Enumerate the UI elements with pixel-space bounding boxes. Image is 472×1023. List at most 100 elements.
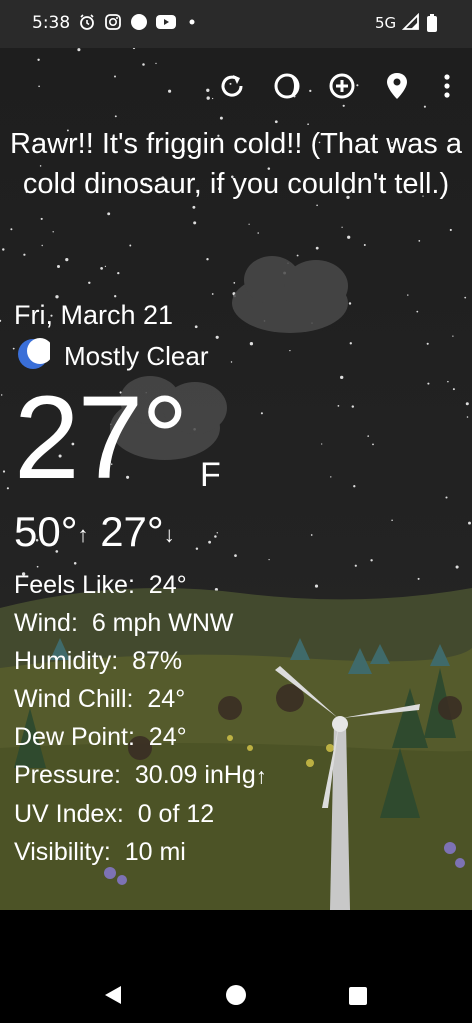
weather-details: Feels Like: 24° Wind: 6 mph WNW Humidity… <box>14 566 267 871</box>
star <box>351 405 355 408</box>
star <box>214 535 217 538</box>
star <box>370 559 373 562</box>
up-arrow-icon: ↑ <box>77 521 89 547</box>
star <box>348 302 352 305</box>
high-low: 50°↑ 27°↓ <box>14 506 175 561</box>
star <box>192 205 196 209</box>
instagram-icon <box>104 13 122 37</box>
recents-icon[interactable] <box>348 986 368 1011</box>
star <box>330 476 332 478</box>
star <box>316 204 318 207</box>
star <box>107 212 111 216</box>
star <box>274 120 278 124</box>
star <box>114 295 117 298</box>
star <box>55 295 59 299</box>
star <box>40 217 43 220</box>
star <box>215 335 219 339</box>
star <box>341 226 343 228</box>
star <box>353 485 356 488</box>
youtube-icon <box>155 13 177 37</box>
star <box>206 258 209 261</box>
home-icon[interactable] <box>225 984 247 1011</box>
condition-text: Mostly Clear <box>64 340 209 371</box>
detail-uv-index: UV Index: 0 of 12 <box>14 800 215 829</box>
back-icon[interactable] <box>102 984 124 1011</box>
star <box>88 281 91 285</box>
small-dot-icon <box>188 13 196 37</box>
star <box>73 562 77 565</box>
star <box>452 388 455 391</box>
star <box>0 319 2 322</box>
star <box>464 296 467 299</box>
star <box>104 265 107 268</box>
top-toolbar <box>0 66 472 106</box>
star <box>260 412 263 415</box>
star <box>194 325 198 329</box>
low-temp: 27° <box>100 508 164 555</box>
location-pin-icon[interactable] <box>377 66 417 106</box>
star <box>372 443 374 446</box>
battery-icon <box>426 13 438 39</box>
star <box>0 394 3 396</box>
star <box>447 380 449 383</box>
star <box>416 310 419 313</box>
star <box>347 235 351 239</box>
star <box>315 246 319 250</box>
forecast-date: Fri, March 21 <box>14 300 174 330</box>
moon-phase-icon[interactable] <box>267 66 307 106</box>
star <box>234 554 237 557</box>
star <box>363 244 366 246</box>
star <box>337 405 340 407</box>
star <box>56 264 61 269</box>
star <box>449 228 452 232</box>
star <box>340 375 344 380</box>
status-time: 5:38 <box>32 13 71 33</box>
more-vert-icon[interactable] <box>427 66 467 106</box>
navigation-bar <box>0 910 472 1023</box>
star <box>41 244 43 247</box>
star <box>65 257 69 262</box>
star <box>6 487 9 490</box>
star <box>407 294 409 296</box>
star <box>155 62 157 65</box>
star <box>314 584 319 588</box>
star <box>208 540 211 544</box>
refresh-icon[interactable] <box>212 66 252 106</box>
star <box>230 361 233 363</box>
star <box>37 58 40 61</box>
star <box>2 470 6 473</box>
star <box>211 293 214 295</box>
add-location-icon[interactable] <box>322 66 362 106</box>
star <box>23 253 26 256</box>
pressure-up-arrow-icon: ↑ <box>255 763 267 789</box>
current-temperature: 27° <box>14 372 188 504</box>
star <box>219 116 223 120</box>
star <box>418 240 421 242</box>
star <box>129 244 132 247</box>
network-type: 5G <box>375 14 397 32</box>
star <box>117 271 120 275</box>
temperature-unit: F <box>200 456 221 494</box>
star <box>52 231 54 233</box>
star <box>10 228 13 231</box>
star <box>465 402 469 406</box>
detail-dew-point: Dew Point: 24° <box>14 723 187 751</box>
star <box>114 115 117 118</box>
star <box>249 342 254 346</box>
star <box>257 232 259 234</box>
dot-icon <box>130 13 148 37</box>
star <box>193 221 197 225</box>
detail-wind: Wind: 6 mph WNW <box>14 609 234 637</box>
star <box>2 248 5 251</box>
detail-humidity: Humidity: 87% <box>14 647 183 675</box>
star <box>216 532 219 534</box>
star <box>321 443 323 445</box>
star <box>233 282 236 284</box>
star <box>132 48 136 50</box>
detail-wind-chill: Wind Chill: 24° <box>14 685 186 713</box>
star <box>296 254 299 257</box>
star <box>426 342 429 345</box>
cloud-icon <box>232 256 348 333</box>
alarm-icon <box>78 13 96 37</box>
star <box>354 564 357 567</box>
